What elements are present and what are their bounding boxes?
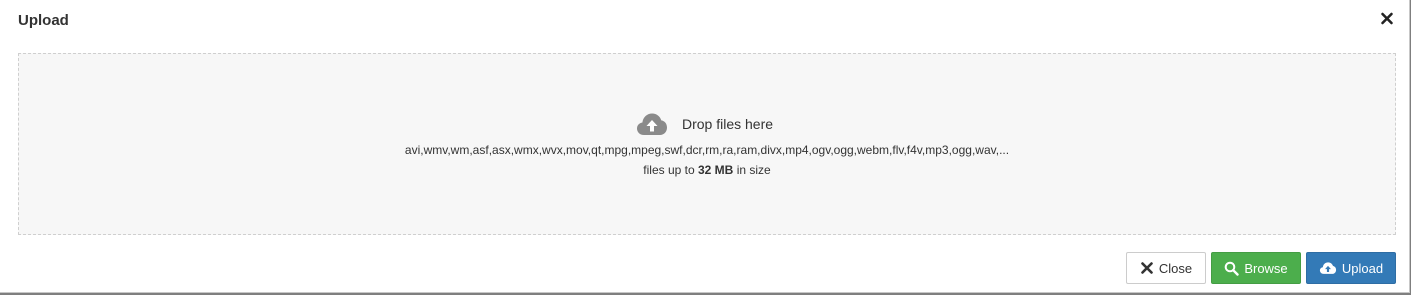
dialog-close-button[interactable]: [1379, 9, 1395, 27]
close-button[interactable]: Close: [1126, 252, 1206, 284]
search-icon: [1225, 261, 1240, 276]
dialog-title: Upload: [18, 12, 69, 29]
size-limit-value: 32 MB: [698, 163, 734, 177]
browse-button-label: Browse: [1244, 260, 1288, 276]
allowed-extensions: avi,wmv,wm,asf,asx,wmx,wvx,mov,qt,mpg,mp…: [404, 143, 1010, 157]
upload-button[interactable]: Upload: [1306, 252, 1396, 284]
file-dropzone[interactable]: Drop files here avi,wmv,wm,asf,asx,wmx,w…: [18, 53, 1396, 235]
times-icon: [1141, 262, 1153, 274]
dropzone-header: Drop files here: [636, 110, 773, 138]
close-button-label: Close: [1158, 260, 1193, 276]
size-limit: files up to 32 MB in size: [19, 163, 1395, 177]
close-icon: [1381, 12, 1393, 25]
dropzone-label: Drop files here: [682, 116, 774, 132]
cloud-upload-icon: [1319, 262, 1336, 274]
browse-button[interactable]: Browse: [1211, 252, 1301, 284]
size-limit-suffix: in size: [736, 163, 771, 177]
size-limit-prefix: files up to: [643, 163, 695, 177]
cloud-upload-icon: [637, 113, 667, 135]
upload-button-label: Upload: [1341, 260, 1384, 276]
upload-dialog: Upload Drop files here avi,wmv,wm,asf,as…: [0, 0, 1410, 293]
